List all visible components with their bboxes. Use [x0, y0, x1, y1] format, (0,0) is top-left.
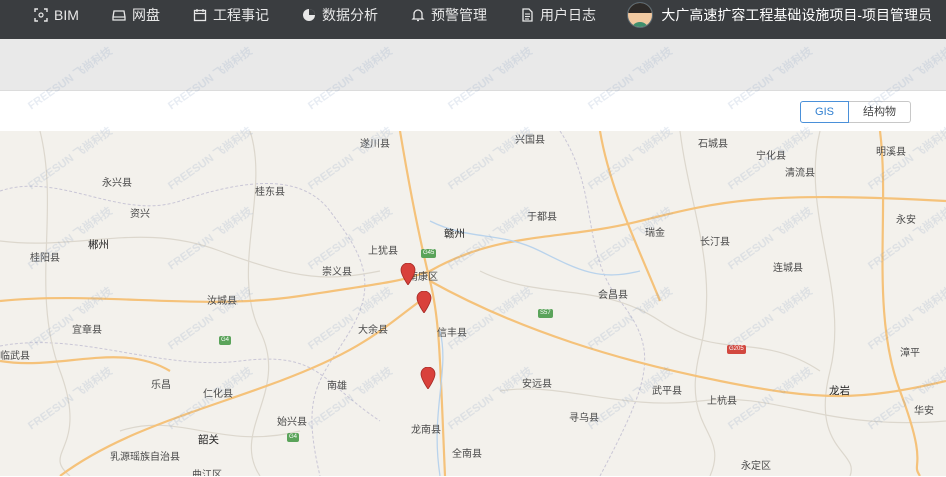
map-place-label: 信丰县 [437, 328, 467, 339]
map-place-label: 始兴县 [277, 417, 307, 428]
gis-view-button[interactable]: GIS [800, 101, 849, 123]
map-place-label: 连城县 [773, 263, 803, 274]
nav-label-bim: BIM [54, 7, 79, 23]
scan-icon [34, 8, 48, 22]
map-place-label: 乐昌 [151, 380, 171, 391]
map-place-label: 会昌县 [598, 290, 628, 301]
map-place-label: 大余县 [358, 325, 388, 336]
map-place-label: 明溪县 [876, 147, 906, 158]
map-place-label: 汝城县 [207, 296, 237, 307]
highway-shield: G45 [421, 249, 437, 258]
project-location-pin[interactable] [420, 367, 436, 389]
nav-item-drive[interactable]: 网盘 [112, 0, 160, 30]
user-menu[interactable]: 大广高速扩容工程基础设施项目-项目管理员 [627, 0, 932, 30]
nav-item-data-analysis[interactable]: 数据分析 [302, 0, 378, 30]
drive-icon [112, 10, 126, 21]
nav-label-project-notes: 工程事记 [213, 7, 269, 23]
calendar-icon [193, 9, 207, 22]
map-place-label: 上杭县 [707, 396, 737, 407]
map-place-label: 赣州 [444, 228, 465, 240]
nav-label-drive: 网盘 [132, 7, 160, 23]
pie-chart-icon [303, 9, 315, 21]
map-place-label: 龙岩 [829, 385, 850, 397]
view-toggle: GIS 结构物 [800, 101, 911, 123]
project-location-pin[interactable] [416, 291, 432, 313]
map-place-label: 永兴县 [102, 178, 132, 189]
map-place-label: 瑞金 [645, 228, 665, 239]
gis-map[interactable]: 遂川县 兴国县 石城县 宁化县 明溪县 永兴县 桂东县 清流县 资兴 于都县 永… [0, 131, 946, 476]
map-place-label: 武平县 [652, 386, 682, 397]
nav-label-user-log: 用户日志 [540, 7, 596, 23]
nav-item-project-notes[interactable]: 工程事记 [193, 0, 269, 30]
map-place-label: 崇义县 [322, 267, 352, 278]
map-place-label: 于都县 [527, 212, 557, 223]
map-place-label: 韶关 [198, 434, 219, 446]
user-project-title: 大广高速扩容工程基础设施项目-项目管理员 [661, 7, 932, 23]
nav-label-data-analysis: 数据分析 [322, 7, 378, 23]
map-place-label: 桂阳县 [30, 253, 60, 264]
map-place-label: 石城县 [698, 139, 728, 150]
nav-item-alert-management[interactable]: 预警管理 [411, 0, 487, 30]
highway-shield: G4 [219, 336, 232, 345]
highway-shield: G4 [287, 433, 300, 442]
map-place-label: 全南县 [452, 449, 482, 460]
nav-label-alert-management: 预警管理 [431, 7, 487, 23]
bell-icon [411, 9, 425, 22]
map-place-label: 郴州 [88, 239, 109, 251]
map-place-label: 长汀县 [700, 237, 730, 248]
map-place-label: 永定区 [741, 461, 771, 472]
map-place-label: 资兴 [130, 209, 150, 220]
map-place-label: 兴国县 [515, 135, 545, 146]
map-place-label: 乳源瑶族自治县 [110, 452, 180, 463]
highway-shield: G205 [727, 345, 746, 354]
map-roads [0, 131, 946, 476]
map-place-label: 临武县 [0, 351, 30, 362]
avatar [627, 2, 654, 28]
sub-header-bar [0, 39, 946, 90]
map-place-label: 宜章县 [72, 325, 102, 336]
map-place-label: 清流县 [785, 168, 815, 179]
map-place-label: 桂东县 [255, 187, 285, 198]
project-location-pin[interactable] [400, 263, 416, 285]
map-place-label: 漳平 [900, 348, 920, 359]
map-place-label: 遂川县 [360, 139, 390, 150]
map-place-label: 龙南县 [411, 425, 441, 436]
nav-item-bim[interactable]: BIM [34, 0, 79, 30]
map-place-label: 宁化县 [756, 151, 786, 162]
map-place-label: 上犹县 [368, 246, 398, 257]
map-place-label: 寻乌县 [569, 413, 599, 424]
map-place-label: 南雄 [327, 381, 347, 392]
top-nav-bar: BIM 网盘 工程事记 数据分析 预警管理 用户日志 大广高速扩容工程基础设施项… [0, 0, 946, 39]
map-place-label: 安远县 [522, 379, 552, 390]
map-place-label: 华安 [914, 406, 934, 417]
map-place-label: 永安 [896, 215, 916, 226]
structure-view-button[interactable]: 结构物 [849, 101, 911, 123]
map-place-label: 曲江区 [192, 470, 222, 476]
highway-shield: S57 [538, 309, 553, 318]
document-icon [522, 8, 533, 22]
map-place-label: 仁化县 [203, 389, 233, 400]
nav-item-user-log[interactable]: 用户日志 [520, 0, 596, 30]
